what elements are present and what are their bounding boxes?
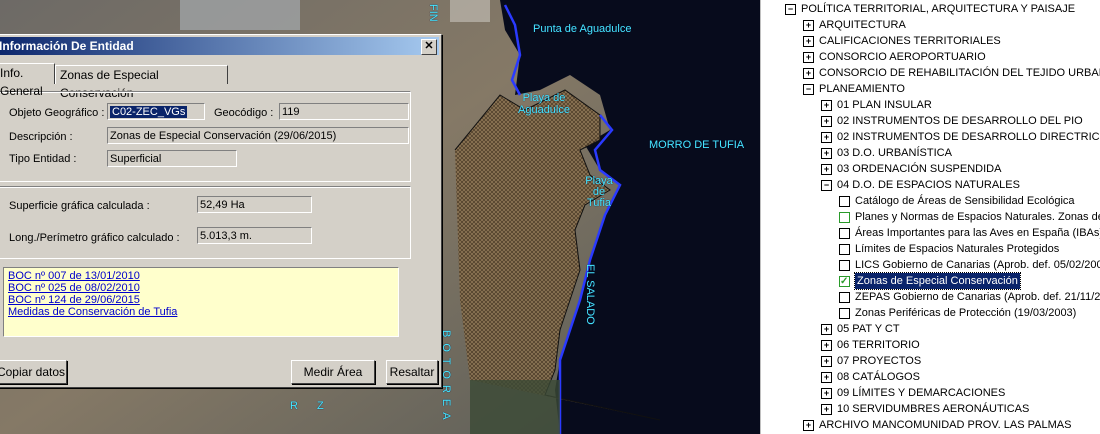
copiar-datos-button[interactable]: Copiar datos	[0, 360, 67, 384]
tree-node-label[interactable]: Zonas Periféricas de Protección (19/03/2…	[855, 305, 1076, 321]
industrial-area	[180, 0, 300, 30]
map-label-rz: R Z	[290, 400, 332, 412]
tree-node-label[interactable]: 06 TERRITORIO	[837, 337, 920, 353]
tree-node-label[interactable]: 09 LÍMITES Y DEMARCACIONES	[837, 385, 1005, 401]
link-medidas[interactable]: Medidas de Conservación de Tufia	[8, 306, 394, 318]
tree-node-label[interactable]: 10 SERVIDUMBRES AERONÁUTICAS	[837, 401, 1029, 417]
tree-node-label[interactable]: LICS Gobierno de Canarias (Aprob. def. 0…	[855, 257, 1100, 273]
expand-icon[interactable]: +	[821, 324, 832, 335]
tab-info-general[interactable]: Info. General	[0, 63, 55, 98]
map-label-morro: MORRO DE TUFIA	[649, 139, 745, 151]
expand-icon[interactable]: +	[821, 132, 832, 143]
tree-node-label[interactable]: Planes y Normas de Espacios Naturales. Z…	[855, 209, 1100, 225]
map-label-playa-tufia: Playa de Tufia	[585, 175, 613, 209]
tree-node-label[interactable]: CONSORCIO DE REHABILITACIÓN DEL TEJIDO U…	[819, 65, 1100, 81]
expand-icon[interactable]: +	[821, 356, 832, 367]
links-list: BOC nº 007 de 13/01/2010 BOC nº 025 de 0…	[3, 267, 399, 337]
tree-node-label[interactable]: 03 D.O. URBANÍSTICA	[837, 145, 952, 161]
superficie-field[interactable]: 52,49 Ha	[197, 196, 312, 213]
medir-area-button[interactable]: Medir Área	[291, 360, 375, 384]
layer-checkbox[interactable]	[839, 212, 850, 223]
geocodigo-label: Geocódigo :	[214, 107, 274, 119]
tree-node-label[interactable]: PLANEAMIENTO	[819, 81, 905, 97]
expand-icon[interactable]: +	[821, 116, 832, 127]
link-boc-007[interactable]: BOC nº 007 de 13/01/2010	[8, 270, 394, 282]
layer-checkbox[interactable]	[839, 196, 850, 207]
tree-node-label[interactable]: Áreas Importantes para las Aves en Españ…	[855, 225, 1100, 241]
expand-icon[interactable]: +	[803, 52, 814, 63]
tree-node-label[interactable]: CONSORCIO AEROPORTUARIO	[819, 49, 986, 65]
layer-checkbox[interactable]	[839, 260, 850, 271]
layer-tree[interactable]: − POLÍTICA TERRITORIAL, ARQUITECTURA Y PA…	[760, 0, 1100, 434]
tree-node-label[interactable]: 07 PROYECTOS	[837, 353, 921, 369]
entity-info-dialog: Información De Entidad ✕ Info. General Z…	[0, 34, 442, 388]
tree-node-label[interactable]: ARQUITECTURA	[819, 17, 906, 33]
collapse-icon[interactable]: −	[785, 4, 796, 15]
tipo-field[interactable]: Superficial	[107, 150, 237, 167]
tree-node-label[interactable]: 01 PLAN INSULAR	[837, 97, 932, 113]
tree-node-label[interactable]: 03 ORDENACIÓN SUSPENDIDA	[837, 161, 1001, 177]
expand-icon[interactable]: +	[821, 100, 832, 111]
tree-node-label[interactable]: CALIFICACIONES TERRITORIALES	[819, 33, 1001, 49]
tree-node-label[interactable]: 08 CATÁLOGOS	[837, 369, 920, 385]
tree-node-label[interactable]: 04 D.O. DE ESPACIOS NATURALES	[837, 177, 1020, 193]
collapse-icon[interactable]: −	[803, 84, 814, 95]
expand-icon[interactable]: +	[821, 388, 832, 399]
expand-icon[interactable]: +	[821, 404, 832, 415]
tree-node-label[interactable]: 02 INSTRUMENTOS DE DESARROLLO DIRECTRICE	[837, 129, 1100, 145]
collapse-icon[interactable]: −	[821, 180, 832, 191]
superficie-label: Superficie gráfica calculada :	[9, 200, 150, 212]
fields	[470, 380, 560, 434]
link-boc-025[interactable]: BOC nº 025 de 08/02/2010	[8, 282, 394, 294]
dialog-titlebar[interactable]: Información De Entidad ✕	[0, 37, 439, 55]
tree-node-label[interactable]: Catálogo de Áreas de Sensibilidad Ecológ…	[855, 193, 1075, 209]
expand-icon[interactable]: +	[803, 68, 814, 79]
map-label-fin: FIN	[427, 4, 439, 22]
layer-checkbox[interactable]	[839, 292, 850, 303]
tipo-label: Tipo Entidad :	[9, 153, 77, 165]
close-button[interactable]: ✕	[421, 39, 437, 55]
expand-icon[interactable]: +	[803, 36, 814, 47]
layer-checkbox[interactable]	[839, 308, 850, 319]
link-boc-124[interactable]: BOC nº 124 de 29/06/2015	[8, 294, 394, 306]
expand-icon[interactable]: +	[821, 148, 832, 159]
resaltar-button[interactable]: Resaltar	[386, 360, 438, 384]
layer-checkbox[interactable]	[839, 274, 850, 290]
expand-icon[interactable]: +	[821, 340, 832, 351]
map-label-el-salado: EL SALADO	[584, 264, 596, 325]
perimetro-field[interactable]: 5.013,3 m.	[197, 227, 312, 244]
tree-node-label[interactable]: ZEPAS Gobierno de Canarias (Aprob. def. …	[855, 289, 1100, 305]
descripcion-field[interactable]: Zonas de Especial Conservación (29/06/20…	[107, 127, 409, 144]
map-label-punta: Punta de Aguadulce	[533, 23, 632, 35]
tree-node-label[interactable]: ARCHIVO MANCOMUNIDAD PROV. LAS PALMAS	[819, 417, 1071, 433]
expand-icon[interactable]: +	[821, 164, 832, 175]
map-label-playa-aguadulce: Playa de Aguadulce	[518, 92, 570, 116]
dialog-title: Información De Entidad	[0, 39, 134, 53]
tree-node-label[interactable]: 05 PAT Y CT	[837, 321, 900, 337]
geocodigo-field[interactable]: 119	[279, 103, 409, 120]
tree-node-label[interactable]: Límites de Espacios Naturales Protegidos	[855, 241, 1059, 257]
tree-node-label[interactable]: POLÍTICA TERRITORIAL, ARQUITECTURA Y PAI…	[801, 1, 1075, 17]
layer-checkbox[interactable]	[839, 228, 850, 239]
expand-icon[interactable]: +	[803, 420, 814, 431]
expand-icon[interactable]: +	[803, 20, 814, 31]
layer-checkbox[interactable]	[839, 244, 850, 255]
objeto-field[interactable]: C02-ZEC_VGs	[107, 103, 205, 120]
tree-node-label[interactable]: Zonas de Especial Conservación	[854, 272, 1021, 290]
perimetro-label: Long./Perímetro gráfico calculado :	[9, 232, 180, 244]
buildings	[450, 0, 490, 22]
descripcion-label: Descripción :	[9, 131, 73, 143]
expand-icon[interactable]: +	[821, 372, 832, 383]
tree-node-label[interactable]: 02 INSTRUMENTOS DE DESARROLLO DEL PIO	[837, 113, 1083, 129]
close-icon: ✕	[424, 40, 434, 52]
tab-zonas-especial[interactable]: Zonas de Especial Conservación	[55, 65, 228, 100]
objeto-label: Objeto Geográfico :	[9, 107, 105, 119]
